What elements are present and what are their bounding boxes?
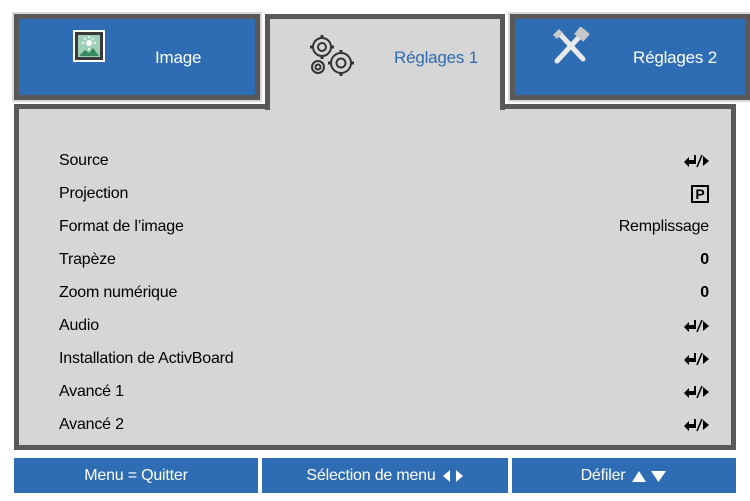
menu-item-label: Audio: [59, 317, 99, 334]
menu-item-format-image[interactable]: Format de l’image Remplissage: [19, 212, 731, 242]
zoom-value: 0: [700, 284, 709, 301]
menu-select-hint[interactable]: Sélection de menu: [262, 458, 508, 493]
menu-item-source[interactable]: Source: [19, 146, 731, 176]
menu-item-label: Format de l’image: [59, 218, 184, 235]
projection-p-icon: P: [691, 184, 709, 204]
enter-icon: [683, 318, 709, 334]
tab-bar: Image Réglages 1 Réglages 2: [0, 0, 750, 110]
menu-item-label: Avancé 2: [59, 416, 124, 433]
tab-image[interactable]: Image: [12, 12, 262, 102]
menu-select-label: Sélection de menu: [306, 466, 436, 484]
left-right-arrows-icon: [442, 469, 464, 483]
gears-icon: [304, 30, 360, 80]
menu-item-zoom-numerique[interactable]: Zoom numérique 0: [19, 278, 731, 308]
tab-reglages-1[interactable]: Réglages 1: [265, 14, 505, 110]
menu-item-label: Avancé 1: [59, 383, 124, 400]
settings-menu: Source Projection P Format de l’image Re…: [19, 109, 731, 445]
menu-item-label: Projection: [59, 185, 129, 202]
menu-item-avance-2[interactable]: Avancé 2: [19, 410, 731, 440]
menu-item-label: Source: [59, 152, 109, 169]
menu-item-trapeze[interactable]: Trapèze 0: [19, 245, 731, 275]
menu-item-avance-1[interactable]: Avancé 1: [19, 377, 731, 407]
up-down-arrows-icon: [631, 469, 667, 483]
image-icon: [73, 30, 105, 62]
osd-menu-window: Image Réglages 1 Réglages 2 Source Proje…: [0, 0, 750, 501]
settings-panel: Source Projection P Format de l’image Re…: [14, 104, 736, 450]
menu-item-label: Installation de ActivBoard: [59, 350, 234, 367]
enter-icon: [683, 417, 709, 433]
menu-item-audio[interactable]: Audio: [19, 311, 731, 341]
footer-hint-bar: Menu = Quitter Sélection de menu Défiler: [14, 458, 736, 493]
tab-reglages-2-label: Réglages 2: [633, 48, 718, 67]
menu-item-projection[interactable]: Projection P: [19, 179, 731, 209]
enter-icon: [683, 351, 709, 367]
p-icon: P: [691, 184, 709, 203]
menu-item-activboard[interactable]: Installation de ActivBoard: [19, 344, 731, 374]
scroll-hint[interactable]: Défiler: [512, 458, 736, 493]
tab-reglages-2[interactable]: Réglages 2: [508, 12, 750, 102]
scroll-label: Défiler: [580, 466, 626, 484]
menu-item-label: Zoom numérique: [59, 284, 178, 301]
trapeze-value: 0: [700, 251, 709, 268]
tab-reglages-1-label: Réglages 1: [394, 48, 479, 67]
menu-exit-hint[interactable]: Menu = Quitter: [14, 458, 258, 493]
menu-item-label: Trapèze: [59, 251, 116, 268]
enter-icon: [683, 384, 709, 400]
enter-icon: [683, 153, 709, 169]
menu-exit-label: Menu = Quitter: [84, 466, 188, 484]
tools-icon: [549, 26, 593, 67]
tab-image-label: Image: [155, 48, 202, 67]
format-value: Remplissage: [618, 218, 709, 235]
